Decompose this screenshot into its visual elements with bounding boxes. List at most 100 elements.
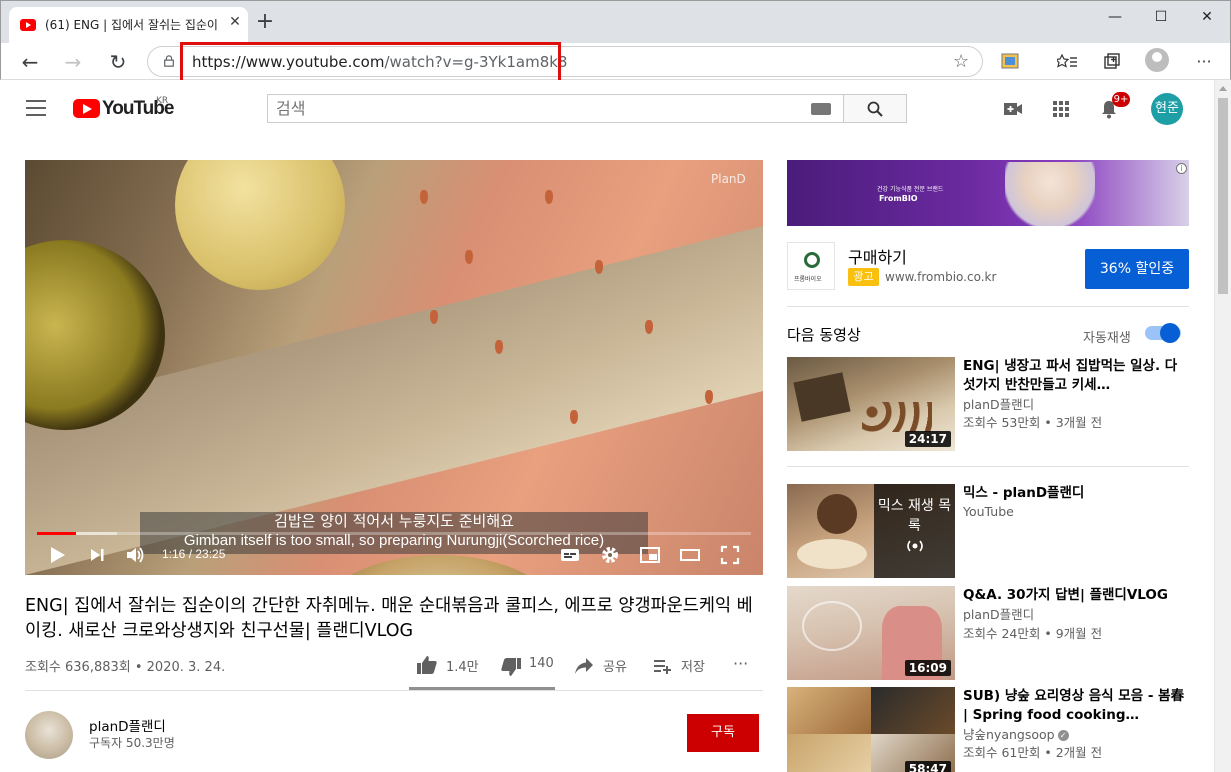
recommended-video[interactable]: 24:17 ENG| 냉장고 파서 집밥먹는 일상. 다섯가지 반찬만들고 키세… <box>787 357 1189 451</box>
maximize-button[interactable]: ☐ <box>1138 3 1184 31</box>
close-window-button[interactable]: ✕ <box>1184 3 1230 31</box>
view-count-date: 조회수 636,883회 • 2020. 3. 24. <box>25 660 226 675</box>
progress-bar[interactable] <box>37 532 751 535</box>
tab-close-icon[interactable]: ✕ <box>227 14 243 30</box>
recommended-video-title[interactable]: Q&A. 30가지 답변| 플랜디VLOG <box>963 586 1185 605</box>
video-title: ENG| 집에서 잘쉬는 집순이의 간단한 자취메뉴. 매운 순대볶음과 쿨피스… <box>25 596 753 641</box>
ad-title[interactable]: 구매하기 <box>848 244 907 268</box>
recommended-video-meta: 조회수 61만회 • 2개월 전 <box>963 745 1103 760</box>
autoplay-toggle-knob[interactable] <box>1160 323 1180 343</box>
notification-badge: 9+ <box>1112 92 1130 107</box>
channel-name[interactable]: planD플랜디 <box>89 715 166 735</box>
video-thumbnail[interactable]: 믹스 재생 목록 <box>787 484 955 578</box>
youtube-favicon-icon <box>20 19 36 31</box>
video-watermark: PlanD <box>711 172 746 186</box>
video-thumbnail[interactable]: 58:47 <box>787 687 955 772</box>
played-bar <box>37 532 76 535</box>
ad-banner[interactable]: 건강 기능식품 전문 브랜드 FromBIO <box>787 160 1189 226</box>
recommended-mix[interactable]: 믹스 재생 목록 믹스 - planD플랜디 YouTube <box>787 484 1189 578</box>
like-thumb-icon[interactable] <box>416 655 438 675</box>
recommended-video-title[interactable]: ENG| 냉장고 파서 집밥먹는 일상. 다섯가지 반찬만들고 키세… <box>963 357 1185 395</box>
recommended-video-channel[interactable]: 냥숲nyangsoop ✓ <box>963 724 1069 743</box>
channel-avatar[interactable] <box>25 711 73 759</box>
save-button[interactable]: 저장 <box>681 656 705 675</box>
youtube-logo[interactable]: YouTube KR <box>73 96 193 120</box>
refresh-icon[interactable]: ↻ <box>103 47 133 77</box>
video-thumbnail[interactable]: 16:09 <box>787 586 955 680</box>
like-count[interactable]: 1.4만 <box>446 656 479 675</box>
recommended-video-title[interactable]: SUB) 냥숲 요리영상 음식 모음 - 봄春 | Spring food co… <box>963 687 1185 725</box>
subscribe-button[interactable]: 구독 <box>687 714 759 752</box>
fullscreen-icon[interactable] <box>719 544 741 566</box>
ad-banner-brand: FromBIO <box>879 194 918 203</box>
scroll-up-arrow-icon[interactable] <box>1219 86 1227 91</box>
video-frame-kettle <box>175 160 345 290</box>
video-duration: 16:09 <box>904 660 951 676</box>
video-duration: 58:47 <box>904 761 951 772</box>
verified-check-icon: ✓ <box>1057 730 1069 741</box>
search-icon <box>867 101 883 117</box>
dislike-count[interactable]: 140 <box>529 656 554 671</box>
autoplay-label: 자동재생 <box>1083 331 1131 346</box>
new-tab-button[interactable]: + <box>253 11 277 35</box>
youtube-masthead: YouTube KR 9+ 현준 <box>0 80 1214 136</box>
video-duration: 24:17 <box>904 431 951 447</box>
frombio-logo-icon <box>804 252 820 268</box>
mix-playlist-label: 믹스 재생 목록 <box>877 498 952 534</box>
divider <box>787 466 1189 467</box>
image-extension-icon[interactable] <box>999 50 1021 72</box>
settings-gear-icon[interactable] <box>599 544 621 566</box>
page-scrollbar[interactable] <box>1214 80 1231 772</box>
recommended-video-meta: 조회수 24만회 • 9개월 전 <box>963 626 1103 641</box>
ad-brand-logo[interactable]: 프롬바이오 <box>787 242 835 290</box>
divider <box>25 690 763 691</box>
next-video-icon[interactable] <box>86 544 108 566</box>
apps-grid-icon[interactable] <box>1050 98 1072 120</box>
volume-icon[interactable] <box>124 544 146 566</box>
user-avatar[interactable]: 현준 <box>1151 93 1183 125</box>
profile-avatar-icon[interactable] <box>1145 48 1169 72</box>
browser-tab-active[interactable]: (61) ENG | 집에서 잘쉬는 집순이 ✕ <box>9 7 248 44</box>
create-video-icon[interactable] <box>1002 98 1024 120</box>
captions-icon[interactable] <box>559 544 581 566</box>
recommended-video-channel[interactable]: planD플랜디 <box>963 394 1034 413</box>
miniplayer-icon[interactable] <box>639 544 661 566</box>
share-arrow-icon[interactable] <box>574 657 594 675</box>
recommended-video-channel[interactable]: planD플랜디 <box>963 604 1034 623</box>
recommended-video-channel[interactable]: YouTube <box>963 504 1014 519</box>
browser-menu-icon[interactable]: ··· <box>1189 47 1219 77</box>
favorites-list-icon[interactable] <box>1057 50 1079 72</box>
ad-cta-button[interactable]: 36% 할인중 <box>1085 249 1189 289</box>
browser-tab-bar: (61) ENG | 집에서 잘쉬는 집순이 ✕ + — ☐ ✕ <box>0 0 1231 44</box>
recommended-video[interactable]: 58:47 SUB) 냥숲 요리영상 음식 모음 - 봄春 | Spring f… <box>787 687 1189 772</box>
more-actions-icon[interactable]: ··· <box>733 654 748 673</box>
recommended-video-title[interactable]: 믹스 - planD플랜디 <box>963 484 1185 503</box>
scroll-thumb[interactable] <box>1218 98 1228 294</box>
time-display: 1:16 / 23:25 <box>162 547 226 561</box>
ad-badge: 광고 <box>848 268 879 286</box>
search-button[interactable] <box>843 94 907 123</box>
caption-korean: 김밥은 양이 적어서 누룽지도 준비해요 <box>274 512 514 530</box>
keyboard-icon[interactable] <box>811 103 831 115</box>
dislike-thumb-icon[interactable] <box>500 657 522 677</box>
ad-banner-tagline: 건강 기능식품 전문 브랜드 <box>877 186 944 193</box>
recommended-video[interactable]: 16:09 Q&A. 30가지 답변| 플랜디VLOG planD플랜디 조회수… <box>787 586 1189 680</box>
collections-icon[interactable] <box>1101 50 1123 72</box>
share-button[interactable]: 공유 <box>603 656 627 675</box>
menu-hamburger-icon[interactable] <box>26 100 46 116</box>
back-arrow-icon[interactable]: ← <box>15 47 45 77</box>
tab-title: (61) ENG | 집에서 잘쉬는 집순이 <box>45 18 218 32</box>
save-playlist-icon[interactable] <box>653 657 673 675</box>
favorite-star-icon[interactable]: ☆ <box>953 51 969 72</box>
minimize-button[interactable]: — <box>1092 3 1138 31</box>
video-player[interactable]: PlanD 김밥은 양이 적어서 누룽지도 준비해요 Gimban itself… <box>25 160 763 575</box>
up-next-heading: 다음 동영상 <box>787 326 861 344</box>
region-code: KR <box>156 96 169 106</box>
ad-info-icon[interactable]: i <box>1176 163 1187 174</box>
divider <box>787 306 1189 307</box>
theater-mode-icon[interactable] <box>679 544 701 566</box>
video-thumbnail[interactable]: 24:17 <box>787 357 955 451</box>
url-highlight-box <box>180 42 561 83</box>
play-icon[interactable] <box>46 544 68 566</box>
search-input[interactable] <box>276 97 806 120</box>
